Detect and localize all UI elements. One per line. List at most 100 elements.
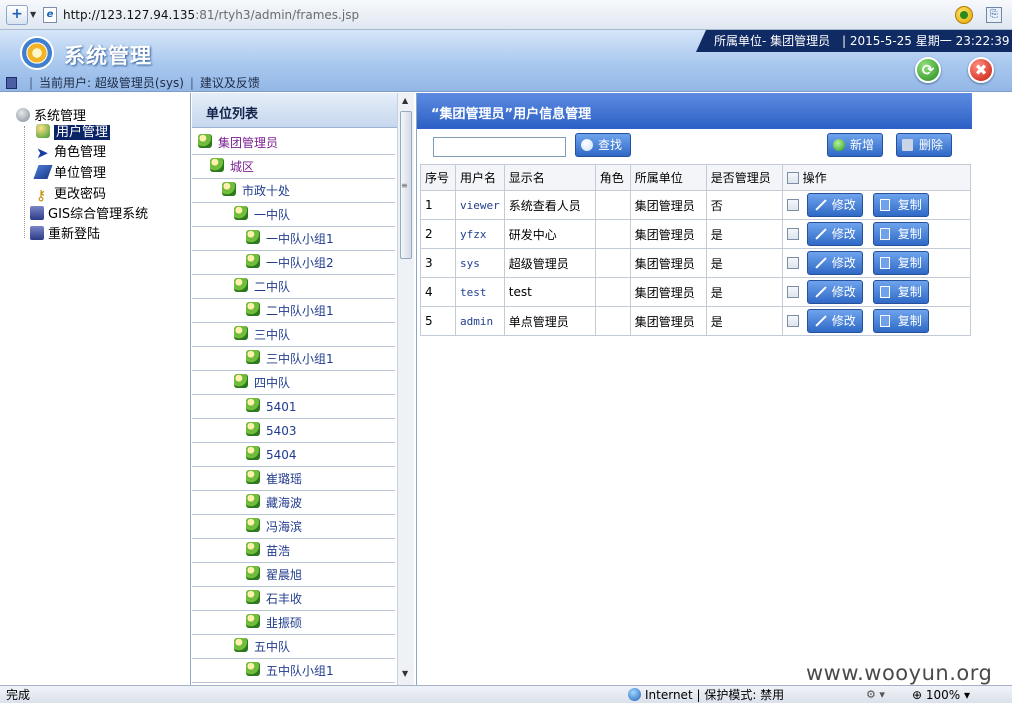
- unit-tree-item[interactable]: 四中队: [192, 371, 395, 395]
- table-row: 3 sys 超级管理员 集团管理员是修改 复制: [420, 248, 971, 278]
- unit-tree-label: 四中队: [254, 376, 291, 390]
- unit-group-icon: [222, 182, 236, 196]
- nav-item-unit-management[interactable]: 单位管理: [33, 165, 106, 183]
- unit-tree-item[interactable]: 一中队小组2: [192, 251, 395, 275]
- nav-item-user-management[interactable]: 用户管理: [36, 124, 111, 142]
- cell-display-name: 研发中心: [503, 219, 596, 249]
- unit-tree-item[interactable]: 崔璐瑶: [192, 467, 395, 491]
- unit-group-icon: [234, 278, 248, 292]
- unit-tree-item[interactable]: 市政十处: [192, 179, 395, 203]
- refresh-button[interactable]: ⟳: [915, 57, 941, 83]
- copy-icon: [879, 286, 890, 298]
- url-field[interactable]: http://123.127.94.135:81/rtyh3/admin/fra…: [63, 8, 359, 22]
- edit-button[interactable]: 修改: [806, 193, 863, 217]
- row-checkbox[interactable]: [786, 227, 799, 240]
- unit-tree-item[interactable]: 三中队: [192, 323, 395, 347]
- unit-group-icon: [234, 638, 248, 652]
- cell-no: 5: [420, 306, 456, 336]
- nav-item-relogin[interactable]: 重新登陆: [30, 226, 100, 244]
- nav-item-role-management[interactable]: ➤ 角色管理: [36, 144, 106, 162]
- row-checkbox[interactable]: [786, 256, 799, 269]
- edit-button[interactable]: 修改: [806, 309, 863, 333]
- feedback-link[interactable]: 建议及反馈: [200, 76, 260, 90]
- table-body: 1 viewer 系统查看人员 集团管理员否修改 复制 2 yfzx 研发中心 集团管理员是修改…: [420, 190, 971, 336]
- copy-button[interactable]: 复制: [872, 309, 929, 333]
- compatibility-view-icon[interactable]: ⎘: [986, 7, 1002, 23]
- cell-display-name: 单点管理员: [503, 306, 596, 336]
- unit-tree-item[interactable]: 翟晨旭: [192, 563, 395, 587]
- globe-icon: [628, 688, 641, 701]
- back-icon[interactable]: +: [6, 5, 28, 25]
- unit-tree-item[interactable]: 苗浩: [192, 539, 395, 563]
- unit-group-icon: [246, 542, 260, 556]
- copy-icon: [879, 315, 890, 327]
- panel-heading: “集团管理员”用户信息管理: [417, 93, 972, 129]
- unit-tree-item[interactable]: 五中队: [192, 635, 395, 659]
- row-checkbox[interactable]: [786, 314, 799, 327]
- unit-group-icon: [246, 470, 260, 484]
- unit-tree-item[interactable]: 韭振硕: [192, 611, 395, 635]
- unit-tree-label: 石丰收: [266, 592, 303, 606]
- history-dropdown-icon[interactable]: ▼: [30, 10, 36, 19]
- scroll-up-icon[interactable]: ▲: [402, 96, 408, 105]
- delete-button[interactable]: 删除: [896, 133, 952, 157]
- nav-item-gis-system[interactable]: GIS综合管理系统: [30, 206, 148, 224]
- unit-tree-item[interactable]: 冯海滨: [192, 515, 395, 539]
- exit-button[interactable]: ✖: [968, 57, 994, 83]
- edit-button[interactable]: 修改: [806, 222, 863, 246]
- search-button[interactable]: 查找: [575, 133, 631, 157]
- row-checkbox[interactable]: [786, 198, 799, 211]
- cell-no: 3: [420, 248, 456, 278]
- unit-tree-item[interactable]: 石丰收: [192, 587, 395, 611]
- unit-group-icon: [234, 374, 248, 388]
- unit-tree-item[interactable]: 5403: [192, 419, 395, 443]
- col-header-username: 用户名: [455, 164, 505, 191]
- unit-tree-label: 藏海波: [266, 496, 303, 510]
- unit-tree-item[interactable]: 一中队小组1: [192, 227, 395, 251]
- cell-role: [594, 190, 631, 220]
- unit-tree-label: 市政十处: [242, 184, 291, 198]
- unit-tree-label: 三中队小组1: [266, 352, 334, 366]
- watermark: www.wooyun.org: [806, 661, 993, 685]
- copy-button[interactable]: 复制: [872, 280, 929, 304]
- unit-tree-item[interactable]: 一中队: [192, 203, 395, 227]
- scroll-down-icon[interactable]: ▼: [402, 669, 408, 678]
- edit-button[interactable]: 修改: [806, 280, 863, 304]
- nav-root[interactable]: 系统管理: [16, 105, 86, 124]
- copy-button[interactable]: 复制: [872, 222, 929, 246]
- cell-is-admin: 是: [705, 277, 783, 307]
- unit-tree-item[interactable]: 城区: [192, 155, 395, 179]
- unit-tree-item[interactable]: 集团管理员: [192, 131, 395, 155]
- unit-tree-label: 二中队小组1: [266, 304, 334, 318]
- unit-tree-item[interactable]: 二中队小组1: [192, 299, 395, 323]
- zoom-level[interactable]: ⊕ 100% ▾: [912, 686, 970, 703]
- unit-list-scrollbar[interactable]: ▲ ≡ ▼: [397, 93, 414, 685]
- url-host: http://123.127.94.135: [63, 8, 196, 22]
- unit-tree-item[interactable]: 藏海波: [192, 491, 395, 515]
- go-icon[interactable]: [955, 6, 973, 24]
- select-all-checkbox[interactable]: [786, 172, 799, 184]
- unit-tree-item[interactable]: 5401: [192, 395, 395, 419]
- cell-no: 2: [420, 219, 456, 249]
- nav-item-change-password[interactable]: ⚷ 更改密码: [36, 186, 106, 204]
- unit-group-icon: [246, 446, 260, 460]
- col-header-no: 序号: [420, 164, 456, 191]
- cell-unit: 集团管理员: [629, 306, 707, 336]
- unit-group-icon: [246, 230, 260, 244]
- row-checkbox[interactable]: [786, 285, 799, 298]
- edit-button[interactable]: 修改: [806, 251, 863, 275]
- add-button[interactable]: 新增: [827, 133, 883, 157]
- copy-button[interactable]: 复制: [872, 193, 929, 217]
- col-header-display: 显示名: [503, 164, 596, 191]
- protected-mode-icon[interactable]: ⚙ ▾: [866, 686, 885, 703]
- date-label: | 2015-5-25 星期一 23:22:39: [841, 34, 1010, 48]
- unit-tree-item[interactable]: 5404: [192, 443, 395, 467]
- unit-tree-item[interactable]: 三中队小组1: [192, 347, 395, 371]
- copy-button[interactable]: 复制: [872, 251, 929, 275]
- unit-tree-item[interactable]: 五中队小组1: [192, 659, 395, 683]
- unit-group-icon: [246, 302, 260, 316]
- current-user: 当前用户: 超级管理员(sys): [39, 76, 184, 90]
- unit-tree-item[interactable]: 二中队: [192, 275, 395, 299]
- search-input[interactable]: [433, 137, 566, 157]
- user-management-panel: “集团管理员”用户信息管理 查找 新增 删除 序号 用户名 显示名 角色 所属单…: [416, 93, 1012, 685]
